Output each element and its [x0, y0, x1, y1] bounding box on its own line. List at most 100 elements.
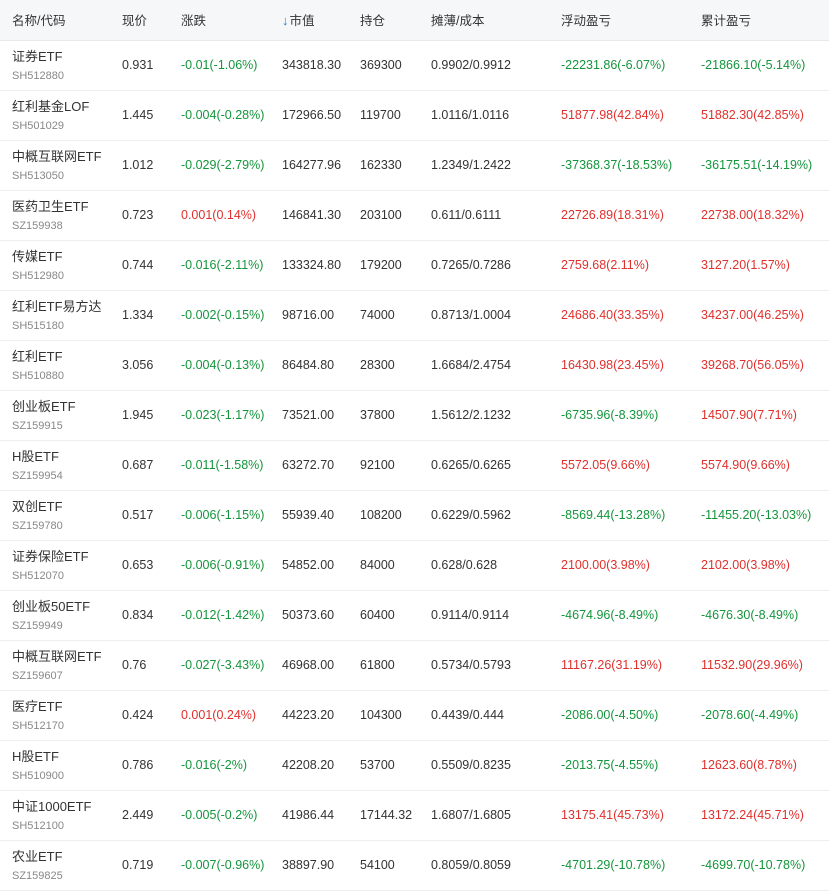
table-row[interactable]: H股ETF SH510900 0.786 -0.016(-2%) 42208.20 537…	[0, 740, 829, 790]
change-cell: -0.029(-2.79%)	[181, 158, 265, 172]
fund-code: SH512880	[12, 70, 64, 82]
column-header-cum-pnl[interactable]: 累计盈亏	[689, 0, 829, 40]
fund-cell[interactable]: 红利基金LOF SH501029	[0, 90, 110, 140]
change-cell: -0.007(-0.96%)	[181, 858, 265, 872]
fund-name[interactable]: 证券保险ETF	[12, 548, 110, 566]
fund-name[interactable]: 中概互联网ETF	[12, 148, 110, 166]
float-pnl-cell: -6735.96(-8.39%)	[561, 408, 659, 422]
column-header-float-pnl[interactable]: 浮动盈亏	[549, 0, 689, 40]
fund-name[interactable]: 证券ETF	[12, 48, 110, 66]
fund-name[interactable]: 红利ETF易方达	[12, 298, 110, 316]
table-row[interactable]: 红利ETF SH510880 3.056 -0.004(-0.13%) 86484.80…	[0, 340, 829, 390]
cost-cell: 0.9902/0.9912	[431, 58, 511, 72]
cost-cell: 1.6684/2.4754	[431, 358, 511, 372]
change-cell: 0.001(0.24%)	[181, 708, 257, 722]
table-row[interactable]: 创业板ETF SZ159915 1.945 -0.023(-1.17%) 73521.0…	[0, 390, 829, 440]
cost-cell: 1.2349/1.2422	[431, 158, 511, 172]
cost-cell: 0.4439/0.444	[431, 708, 504, 722]
change-cell: -0.004(-0.13%)	[181, 358, 265, 372]
position-cell: 53700	[360, 758, 395, 772]
column-header-price[interactable]: 现价	[110, 0, 169, 40]
fund-name[interactable]: 中证1000ETF	[12, 798, 110, 816]
fund-name[interactable]: 中概互联网ETF	[12, 648, 110, 666]
table-row[interactable]: 证券保险ETF SH512070 0.653 -0.006(-0.91%) 54852.…	[0, 540, 829, 590]
position-cell: 162330	[360, 158, 402, 172]
change-cell: 0.001(0.14%)	[181, 208, 257, 222]
fund-cell[interactable]: 证券保险ETF SH512070	[0, 540, 110, 590]
fund-cell[interactable]: 中概互联网ETF SH513050	[0, 140, 110, 190]
fund-cell[interactable]: 中证1000ETF SH512100	[0, 790, 110, 840]
fund-cell[interactable]: H股ETF SH510900	[0, 740, 110, 790]
column-header-cost[interactable]: 摊薄/成本	[419, 0, 549, 40]
fund-cell[interactable]: 红利ETF易方达 SH515180	[0, 290, 110, 340]
fund-code: SZ159915	[12, 420, 63, 432]
fund-cell[interactable]: 传媒ETF SH512980	[0, 240, 110, 290]
fund-cell[interactable]: 医疗ETF SH512170	[0, 690, 110, 740]
column-header-name-code[interactable]: 名称/代码	[0, 0, 110, 40]
cum-pnl-cell: -11455.20(-13.03%)	[701, 508, 812, 522]
change-cell: -0.023(-1.17%)	[181, 408, 265, 422]
table-row[interactable]: 证券ETF SH512880 0.931 -0.01(-1.06%) 343818.30…	[0, 40, 829, 90]
fund-code: SH512980	[12, 270, 64, 282]
cost-cell: 1.0116/1.0116	[431, 108, 510, 122]
table-row[interactable]: 医药卫生ETF SZ159938 0.723 0.001(0.14%) 146841.3…	[0, 190, 829, 240]
fund-cell[interactable]: 双创ETF SZ159780	[0, 490, 110, 540]
fund-name[interactable]: H股ETF	[12, 448, 110, 466]
table-row[interactable]: 中证1000ETF SH512100 2.449 -0.005(-0.2%) 41986…	[0, 790, 829, 840]
fund-name[interactable]: 医药卫生ETF	[12, 198, 110, 216]
fund-name[interactable]: 农业ETF	[12, 848, 110, 866]
table-row[interactable]: 红利ETF易方达 SH515180 1.334 -0.002(-0.15%) 98716…	[0, 290, 829, 340]
cost-cell: 0.611/0.6111	[431, 208, 502, 222]
column-header-market-value[interactable]: ↓市值	[270, 0, 348, 40]
fund-code: SH515180	[12, 320, 64, 332]
change-cell: -0.002(-0.15%)	[181, 308, 265, 322]
price-cell: 1.945	[122, 408, 154, 422]
market-value-cell: 98716.00	[282, 308, 335, 322]
cost-cell: 0.5734/0.5793	[431, 658, 511, 672]
fund-cell[interactable]: 中概互联网ETF SZ159607	[0, 640, 110, 690]
fund-cell[interactable]: 创业板ETF SZ159915	[0, 390, 110, 440]
fund-name[interactable]: 红利基金LOF	[12, 98, 110, 116]
fund-cell[interactable]: 红利ETF SH510880	[0, 340, 110, 390]
fund-cell[interactable]: H股ETF SZ159954	[0, 440, 110, 490]
fund-name[interactable]: 创业板ETF	[12, 398, 110, 416]
change-cell: -0.012(-1.42%)	[181, 608, 265, 622]
position-cell: 61800	[360, 658, 395, 672]
float-pnl-cell: 11167.26(31.19%)	[561, 658, 663, 672]
fund-cell[interactable]: 医药卫生ETF SZ159938	[0, 190, 110, 240]
table-row[interactable]: 中概互联网ETF SH513050 1.012 -0.029(-2.79%) 16427…	[0, 140, 829, 190]
table-row[interactable]: 医疗ETF SH512170 0.424 0.001(0.24%) 44223.20 10…	[0, 690, 829, 740]
fund-name[interactable]: 创业板50ETF	[12, 598, 110, 616]
float-pnl-cell: 5572.05(9.66%)	[561, 458, 650, 472]
market-value-cell: 38897.90	[282, 858, 335, 872]
fund-cell[interactable]: 农业ETF SZ159825	[0, 840, 110, 890]
table-row[interactable]: 中概互联网ETF SZ159607 0.76 -0.027(-3.43%) 46968.…	[0, 640, 829, 690]
table-row[interactable]: H股ETF SZ159954 0.687 -0.011(-1.58%) 63272.70…	[0, 440, 829, 490]
change-cell: -0.011(-1.58%)	[181, 458, 264, 472]
cost-cell: 1.6807/1.6805	[431, 808, 511, 822]
fund-name[interactable]: 双创ETF	[12, 498, 110, 516]
position-cell: 203100	[360, 208, 402, 222]
fund-code: SH510880	[12, 370, 64, 382]
fund-code: SH512100	[12, 820, 64, 832]
fund-name[interactable]: 医疗ETF	[12, 698, 110, 716]
fund-name[interactable]: 红利ETF	[12, 348, 110, 366]
cum-pnl-cell: -21866.10(-5.14%)	[701, 58, 806, 72]
table-row[interactable]: 创业板50ETF SZ159949 0.834 -0.012(-1.42%) 50373…	[0, 590, 829, 640]
column-header-position[interactable]: 持仓	[348, 0, 419, 40]
price-cell: 0.744	[122, 258, 154, 272]
column-header-change[interactable]: 涨跌	[169, 0, 270, 40]
fund-cell[interactable]: 证券ETF SH512880	[0, 40, 110, 90]
float-pnl-cell: 24686.40(33.35%)	[561, 308, 664, 322]
change-cell: -0.016(-2.11%)	[181, 258, 264, 272]
fund-name[interactable]: H股ETF	[12, 748, 110, 766]
table-row[interactable]: 双创ETF SZ159780 0.517 -0.006(-1.15%) 55939.40…	[0, 490, 829, 540]
fund-name[interactable]: 传媒ETF	[12, 248, 110, 266]
cum-pnl-cell: 12623.60(8.78%)	[701, 758, 797, 772]
fund-cell[interactable]: 创业板50ETF SZ159949	[0, 590, 110, 640]
table-row[interactable]: 红利基金LOF SH501029 1.445 -0.004(-0.28%) 172966…	[0, 90, 829, 140]
market-value-cell: 42208.20	[282, 758, 335, 772]
table-row[interactable]: 传媒ETF SH512980 0.744 -0.016(-2.11%) 133324.8…	[0, 240, 829, 290]
table-row[interactable]: 农业ETF SZ159825 0.719 -0.007(-0.96%) 38897.90…	[0, 840, 829, 890]
position-cell: 84000	[360, 558, 395, 572]
